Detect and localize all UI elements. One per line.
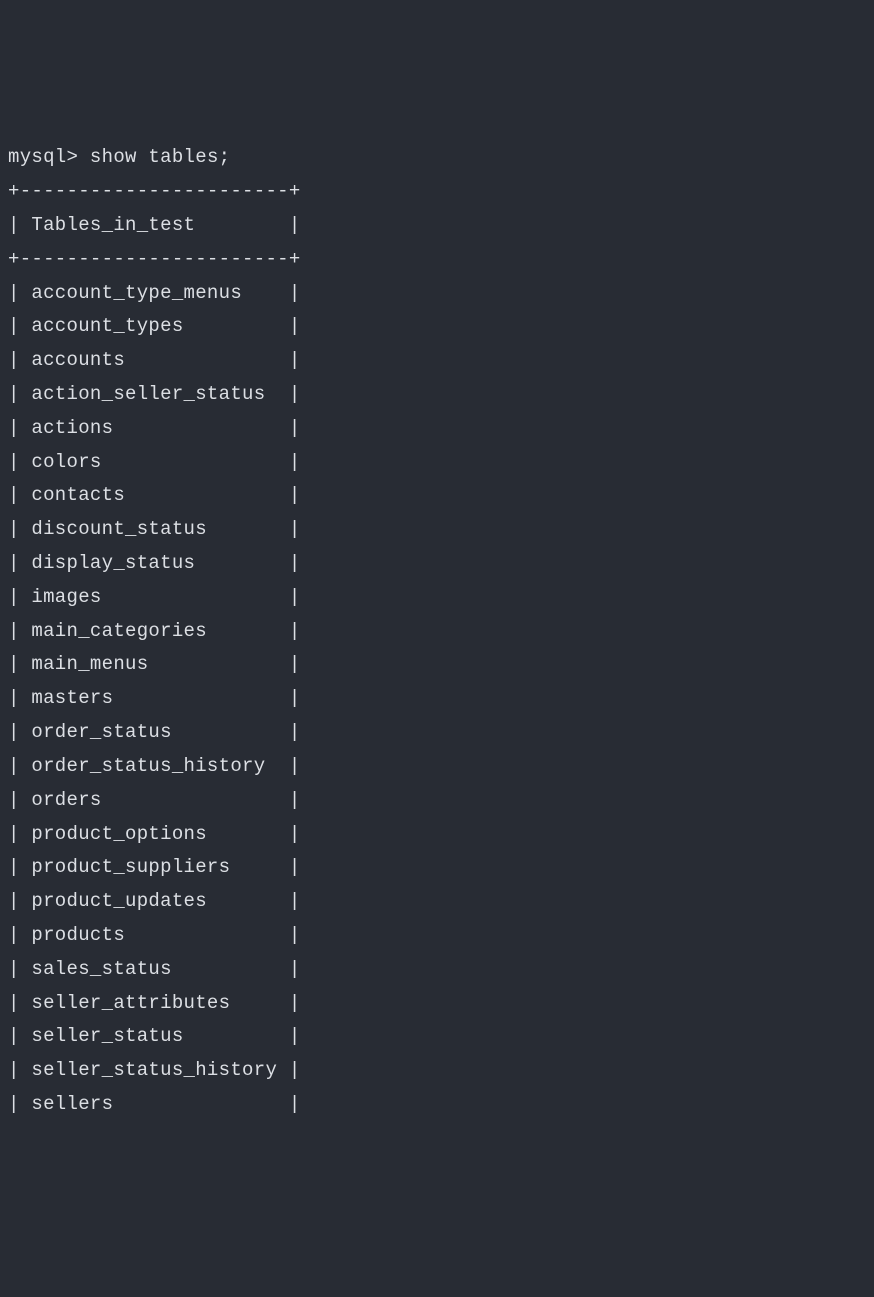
table-border-mid: +-----------------------+ [8,243,874,277]
table-row: | images | [8,581,874,615]
table-row: | product_suppliers | [8,851,874,885]
table-row: | order_status_history | [8,750,874,784]
mysql-prompt: mysql> [8,146,90,168]
table-border-top: +-----------------------+ [8,175,874,209]
table-row: | seller_status_history | [8,1054,874,1088]
table-row: | sellers | [8,1088,874,1122]
table-row: | main_categories | [8,615,874,649]
table-row: | accounts | [8,344,874,378]
table-row: | seller_attributes | [8,987,874,1021]
table-row: | masters | [8,682,874,716]
terminal-output: mysql> show tables;+--------------------… [8,141,874,1122]
table-row: | orders | [8,784,874,818]
table-header-row: | Tables_in_test | [8,209,874,243]
table-row: | contacts | [8,479,874,513]
table-row: | main_menus | [8,648,874,682]
table-row: | seller_status | [8,1020,874,1054]
table-row: | actions | [8,412,874,446]
table-row: | sales_status | [8,953,874,987]
table-row: | action_seller_status | [8,378,874,412]
table-row: | discount_status | [8,513,874,547]
table-row: | account_type_menus | [8,277,874,311]
table-row: | order_status | [8,716,874,750]
table-row: | colors | [8,446,874,480]
command-text: show tables; [90,146,230,168]
table-row: | product_updates | [8,885,874,919]
command-line[interactable]: mysql> show tables; [8,141,874,175]
table-row: | product_options | [8,818,874,852]
table-row: | display_status | [8,547,874,581]
table-row: | account_types | [8,310,874,344]
table-row: | products | [8,919,874,953]
